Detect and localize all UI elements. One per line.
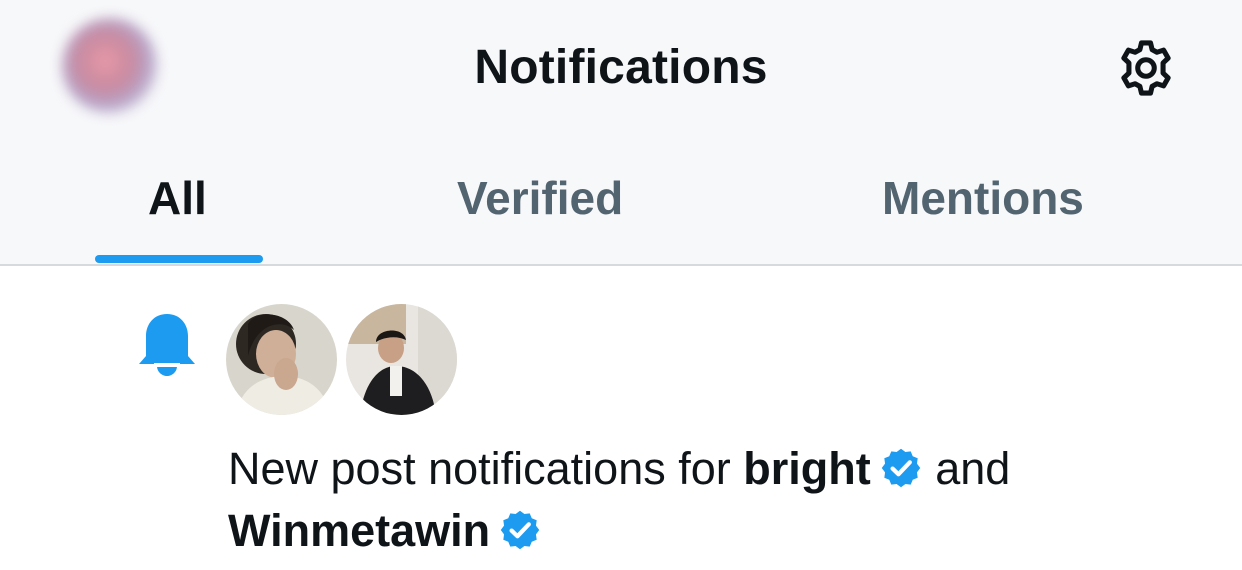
notifications-screen: Notifications All Verified Mentions New … (0, 0, 1242, 570)
tab-verified[interactable]: Verified (457, 170, 623, 226)
top-header: Notifications All Verified Mentions (0, 0, 1242, 265)
avatar-photo-icon (346, 304, 457, 415)
settings-button[interactable] (1112, 34, 1180, 102)
avatar-photo-icon (226, 304, 337, 415)
tab-bar: All Verified Mentions (0, 160, 1242, 265)
notification-text: New post notifications for bright and Wi… (228, 438, 1168, 562)
bell-icon (139, 314, 195, 376)
user-name-winmetawin[interactable]: Winmetawin (228, 505, 490, 556)
page-title: Notifications (474, 41, 768, 94)
notification-item[interactable]: New post notifications for bright and Wi… (0, 266, 1242, 570)
user-avatar-bright[interactable] (226, 304, 337, 415)
gear-icon (1121, 40, 1171, 96)
verified-badge-icon (500, 510, 540, 550)
notification-prefix: New post notifications for (228, 443, 731, 494)
active-tab-indicator (95, 255, 263, 263)
notification-connector: and (935, 443, 1011, 494)
tab-mentions[interactable]: Mentions (882, 170, 1084, 226)
user-avatar-winmetawin[interactable] (346, 304, 457, 415)
verified-badge-icon (881, 448, 920, 488)
tab-all[interactable]: All (148, 170, 207, 226)
user-name-bright[interactable]: bright (743, 443, 870, 494)
